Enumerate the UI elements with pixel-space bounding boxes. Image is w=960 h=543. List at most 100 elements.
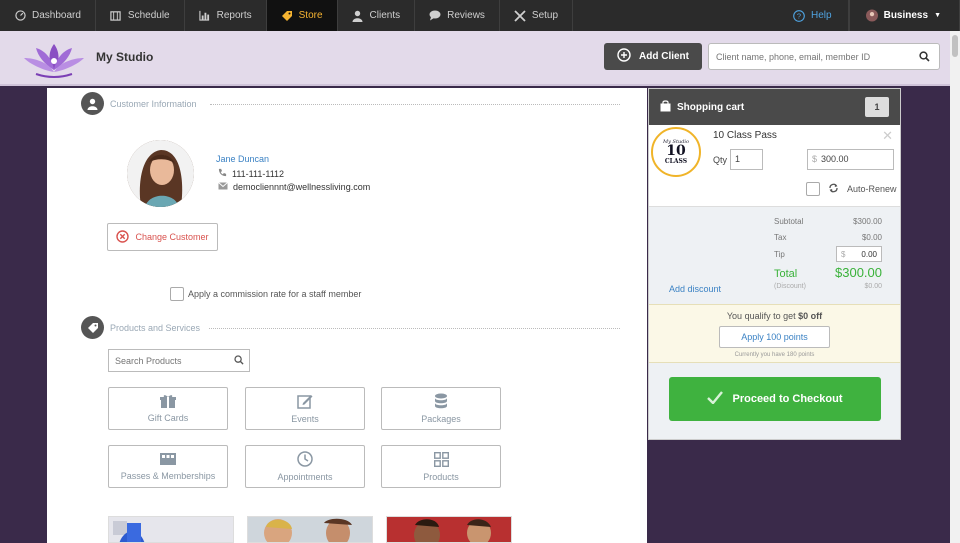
current-points-text: Currently you have 180 points (734, 352, 815, 358)
product-search (108, 349, 250, 372)
tax-label: Tax (774, 233, 787, 242)
user-circle-icon (81, 92, 104, 115)
studio-name: My Studio (96, 50, 154, 64)
price-input[interactable]: $ 300.00 (807, 149, 894, 170)
search-icon[interactable] (234, 355, 244, 368)
customer-name[interactable]: Jane Duncan (216, 154, 269, 164)
tile-packages[interactable]: Packages (381, 387, 501, 430)
qty-label: Qty (713, 155, 728, 165)
dashboard-icon (14, 10, 26, 22)
email-text: democliennnt@wellnessliving.com (233, 182, 371, 192)
scrollbar-thumb[interactable] (952, 35, 958, 57)
subtotal-row: Subtotal $300.00 (774, 217, 882, 226)
product-thumbnail[interactable] (386, 516, 512, 543)
products-section-header: Products and Services (81, 316, 200, 339)
nav-reports[interactable]: Reports (185, 0, 267, 31)
section-divider (209, 328, 620, 329)
tag-icon (281, 10, 293, 22)
phone-icon (218, 168, 227, 179)
points-offer: You qualify to get $0 off Apply 100 poin… (649, 304, 900, 363)
nav-dashboard[interactable]: Dashboard (0, 0, 96, 31)
nav-business[interactable]: Business ▼ (848, 0, 960, 31)
discount-label: (Discount) (774, 283, 806, 290)
tag-icon (81, 316, 104, 339)
tip-currency: $ (841, 249, 846, 259)
nav-label: Schedule (127, 10, 170, 21)
nav-label: Dashboard (32, 10, 81, 21)
total-label: Total (774, 268, 798, 280)
section-title: Products and Services (110, 322, 201, 333)
product-thumbnail[interactable] (247, 516, 373, 543)
change-customer-button[interactable]: Change Customer (107, 223, 218, 251)
cart-title: Shopping cart (677, 101, 745, 113)
tax-row: Tax $0.00 (774, 233, 882, 242)
nav-label: Clients (369, 10, 401, 21)
qty-input[interactable]: 1 (730, 149, 763, 170)
edit-icon (297, 393, 313, 411)
avatar-icon (865, 9, 878, 22)
tip-value: 0.00 (861, 249, 877, 259)
tile-events[interactable]: Events (245, 387, 365, 430)
nav-label: Reviews (447, 10, 485, 21)
phone-text: 111-111-1112 (232, 168, 285, 179)
nav-reviews[interactable]: Reviews (415, 0, 500, 31)
nav-schedule[interactable]: Schedule (96, 0, 185, 31)
cart-totals: Subtotal $300.00 Tax $0.00 Tip $ 0.00 To… (649, 208, 900, 304)
grid-icon (433, 451, 449, 469)
clock-icon (297, 451, 313, 469)
search-icon[interactable] (919, 51, 930, 65)
lotus-logo (22, 40, 86, 78)
customer-phone: 111-111-1112 (218, 168, 284, 179)
tile-appointments[interactable]: Appointments (245, 445, 365, 488)
tip-input[interactable]: $ 0.00 (836, 246, 882, 262)
nav-store[interactable]: Store (266, 0, 338, 37)
commission-label: Apply a commission rate for a staff memb… (188, 289, 362, 299)
client-search (708, 43, 940, 70)
discount-row: (Discount) $0.00 (774, 283, 882, 290)
tile-gift-cards[interactable]: Gift Cards (108, 387, 228, 430)
remove-item-icon[interactable]: ✕ (882, 128, 893, 144)
tile-label: Appointments (277, 472, 333, 482)
svg-text:?: ? (797, 11, 801, 20)
customer-email: democliennnt@wellnessliving.com (218, 182, 370, 192)
tile-label: Passes & Memberships (120, 471, 216, 481)
nav-label: Business (883, 10, 929, 21)
checkout-label: Proceed to Checkout (732, 393, 843, 405)
cart-item-name: 10 Class Pass (713, 130, 777, 141)
discount-value: $0.00 (864, 283, 882, 290)
auto-renew-label: Auto-Renew (847, 184, 897, 194)
cart-count-badge: 1 (865, 97, 889, 117)
class-pass-badge: My Studio 10 CLASS (651, 127, 701, 177)
auto-renew-checkbox[interactable] (806, 182, 820, 196)
calendar-icon (110, 10, 122, 22)
section-divider (210, 104, 620, 105)
caret-down-icon: ▼ (934, 12, 941, 19)
check-icon (707, 391, 724, 407)
subtotal-value: $300.00 (853, 217, 882, 226)
help-icon: ? (793, 9, 805, 22)
section-title: Customer Information (110, 98, 197, 109)
nav-clients[interactable]: Clients (338, 0, 416, 31)
product-thumbnail[interactable] (108, 516, 234, 543)
nav-right: ? Help Business ▼ (753, 0, 960, 31)
page-scrollbar[interactable] (950, 31, 960, 543)
nav-help[interactable]: ? Help (753, 0, 849, 31)
apply-points-button[interactable]: Apply 100 points (719, 326, 830, 348)
user-icon (352, 10, 364, 22)
tax-value: $0.00 (861, 233, 882, 242)
proceed-to-checkout-button[interactable]: Proceed to Checkout (669, 377, 881, 421)
customer-section-header: Customer Information (81, 92, 197, 115)
client-search-input[interactable] (709, 44, 909, 69)
add-client-button[interactable]: Add Client (604, 43, 702, 70)
change-customer-label: Change Customer (135, 232, 209, 242)
tile-products[interactable]: Products (381, 445, 501, 488)
tile-label: Gift Cards (147, 413, 189, 423)
nav-setup[interactable]: Setup (500, 0, 574, 31)
top-nav: Dashboard Schedule Reports Store Clients… (0, 0, 960, 37)
add-discount-link[interactable]: Add discount (669, 284, 721, 294)
product-search-input[interactable] (109, 350, 229, 371)
envelope-icon (218, 182, 228, 192)
commission-checkbox[interactable] (170, 287, 184, 301)
tile-passes-memberships[interactable]: Passes & Memberships (108, 445, 228, 488)
tile-label: Packages (421, 414, 461, 424)
